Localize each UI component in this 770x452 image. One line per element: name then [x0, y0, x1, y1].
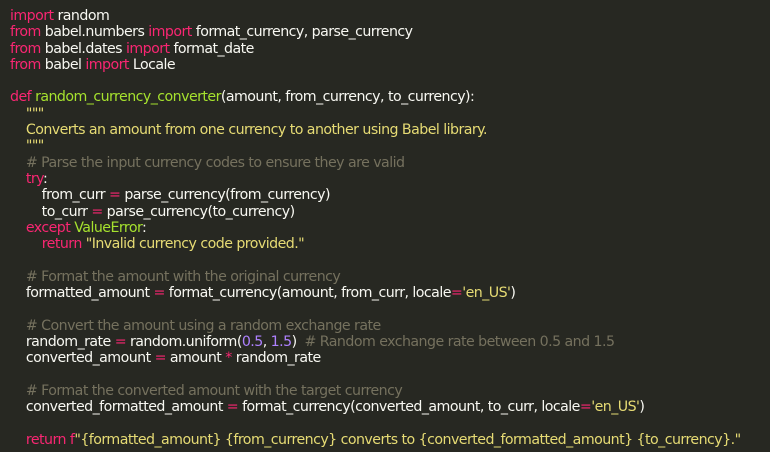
code-token: :: [142, 219, 147, 236]
code-token: import: [148, 24, 192, 41]
code-token: import: [10, 8, 54, 24]
code-line[interactable]: def random_currency_converter(amount, fr…: [10, 89, 770, 105]
code-token: 'en_US': [591, 399, 640, 416]
code-line[interactable]: converted_amount = amount * random_rate: [10, 350, 770, 366]
code-line[interactable]: to_curr = parse_currency(to_currency): [10, 204, 770, 220]
code-token: "{formatted_amount} {from_currency} conv…: [74, 431, 741, 448]
code-token: return: [25, 431, 67, 448]
code-token: 0.5: [241, 333, 263, 350]
code-token: """: [10, 105, 44, 122]
code-token: # Format the amount with the original cu…: [10, 268, 341, 285]
code-token: babel.dates: [40, 40, 126, 57]
code-token: ): [510, 285, 516, 302]
code-token: 'en_US': [462, 285, 511, 302]
code-token: ): [291, 333, 305, 350]
code-token: converted_amount: [10, 350, 155, 367]
code-token: random_rate: [10, 333, 115, 350]
code-token: from: [10, 56, 41, 73]
code-token: (amount, from_currency, to_currency):: [220, 89, 475, 106]
code-token: parse_currency(from_currency): [120, 187, 330, 204]
code-token: try: [25, 170, 44, 187]
code-line[interactable]: converted_formatted_amount = format_curr…: [10, 399, 770, 415]
code-token: from_curr: [10, 187, 110, 204]
code-token: ValueError: [74, 219, 143, 236]
code-token: ): [639, 399, 645, 416]
code-line[interactable]: """: [10, 106, 770, 122]
code-token: format_currency(amount, from_curr, local…: [164, 285, 452, 302]
code-token: :: [42, 170, 48, 187]
code-token: =: [153, 285, 165, 302]
code-line[interactable]: # Format the amount with the original cu…: [10, 269, 770, 285]
code-token: # Format the converted amount with the t…: [10, 382, 403, 399]
code-token: from: [10, 24, 41, 41]
code-line[interactable]: ​: [10, 301, 770, 317]
code-token: Converts an amount from one currency to …: [10, 122, 488, 139]
code-line[interactable]: from babel import Locale: [10, 57, 770, 73]
code-token: babel.numbers: [40, 24, 149, 41]
code-line[interactable]: # Format the converted amount with the t…: [10, 383, 770, 399]
code-token: to_curr: [10, 203, 92, 220]
code-line[interactable]: # Convert the amount using a random exch…: [10, 318, 770, 334]
code-line[interactable]: formatted_amount = format_currency(amoun…: [10, 285, 770, 301]
code-token: =: [109, 187, 121, 204]
code-token: random_rate: [231, 350, 321, 367]
code-line[interactable]: from babel.dates import format_date: [10, 41, 770, 57]
code-line[interactable]: random_rate = random.uniform(0.5, 1.5) #…: [10, 334, 770, 350]
code-token: =: [226, 399, 239, 416]
code-token: random: [53, 8, 110, 24]
code-line[interactable]: from_curr = parse_currency(from_currency…: [10, 187, 770, 203]
code-line[interactable]: return f"{formatted_amount} {from_curren…: [10, 432, 770, 448]
code-token: # Convert the amount using a random exch…: [10, 317, 381, 334]
code-token: converted_formatted_amount: [10, 399, 227, 416]
code-token: import: [125, 40, 170, 57]
code-token: # Parse the input currency codes to ensu…: [10, 154, 405, 171]
code-editor[interactable]: import random from babel.numbers import f…: [0, 0, 770, 452]
code-token: format_currency(converted_amount, to_cur…: [238, 399, 580, 416]
code-token: =: [579, 399, 592, 416]
code-token: amount: [165, 350, 226, 367]
code-token: """: [10, 138, 44, 155]
code-line[interactable]: except ValueError:: [10, 220, 770, 236]
code-line[interactable]: from babel.numbers import format_currenc…: [10, 24, 770, 40]
code-token: parse_currency(to_currency): [102, 203, 296, 220]
code-token: return: [41, 236, 83, 253]
code-token: =: [450, 285, 463, 302]
code-token: from: [10, 40, 41, 57]
code-token: # Random exchange rate between 0.5 and 1…: [304, 333, 615, 350]
code-line[interactable]: ​: [10, 415, 770, 431]
code-line[interactable]: """: [10, 138, 770, 154]
code-token: ,: [262, 333, 271, 350]
code-token: random_currency_converter: [35, 89, 221, 106]
code-token: formatted_amount: [10, 285, 154, 302]
code-line[interactable]: # Parse the input currency codes to ensu…: [10, 155, 770, 171]
code-token: except: [25, 219, 71, 236]
code-token: format_date: [169, 40, 254, 57]
code-token: "Invalid currency code provided.": [85, 236, 305, 253]
code-line[interactable]: return "Invalid currency code provided.": [10, 236, 770, 252]
code-line[interactable]: ​: [10, 73, 770, 89]
code-token: Locale: [128, 56, 176, 73]
code-line[interactable]: Converts an amount from one currency to …: [10, 122, 770, 138]
code-token: format_currency, parse_currency: [191, 24, 413, 41]
code-token: import: [85, 56, 129, 73]
code-line[interactable]: import random: [10, 8, 770, 24]
code-token: random.uniform(: [126, 333, 242, 350]
code-token: babel: [40, 56, 86, 73]
code-token: =: [154, 350, 167, 367]
code-token: def: [10, 89, 32, 106]
code-token: =: [114, 333, 127, 350]
code-token: 1.5: [270, 333, 292, 350]
code-line[interactable]: ​: [10, 252, 770, 268]
code-token: =: [91, 203, 103, 220]
code-line[interactable]: ​: [10, 367, 770, 383]
code-line[interactable]: try:: [10, 171, 770, 187]
